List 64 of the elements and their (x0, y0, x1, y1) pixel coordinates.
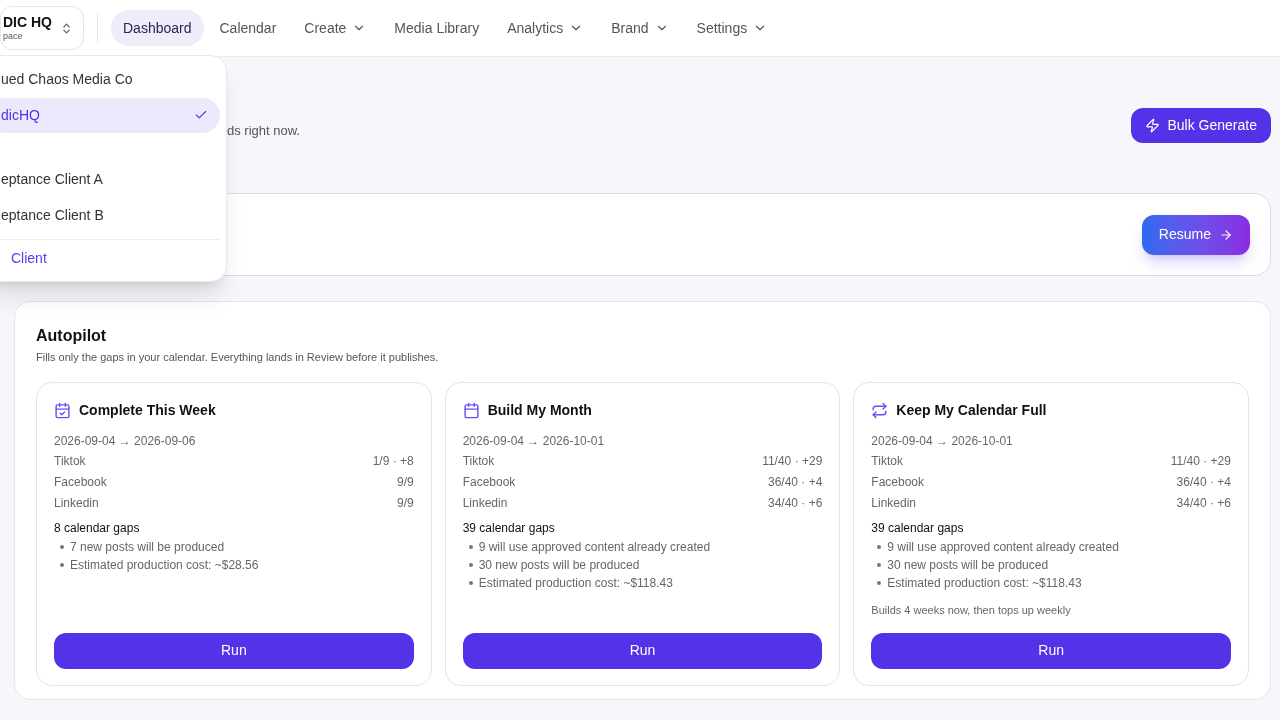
repeat-icon (871, 401, 889, 419)
workspace-subtitle: pace (3, 32, 24, 41)
section-title: Autopilot (36, 326, 108, 346)
gap-count: 39 calendar gaps (871, 519, 964, 537)
bullet-text: 30 new posts will be produced (887, 556, 1049, 574)
platform-name: Linkedin (462, 494, 508, 512)
calendar-check-icon (54, 401, 71, 419)
plan-title: Build My Month (487, 400, 592, 420)
platform-count: 11/40 · +29 (1170, 452, 1231, 470)
workspace-name: DIC HQ (3, 15, 52, 29)
bullet-text: 7 new posts will be produced (70, 538, 225, 556)
platform-name: Facebook (871, 473, 925, 491)
bullet-text: 9 will use approved content already created (478, 538, 711, 556)
platform-name: Facebook (54, 473, 107, 491)
platform-name: Linkedin (54, 494, 99, 512)
platform-count: 34/40 · +6 (767, 494, 823, 512)
workspace-option[interactable]: eptance Client A (0, 162, 220, 198)
workspace-option[interactable]: dicHQ (0, 97, 220, 134)
platform-count: 1/9 · +8 (372, 452, 414, 470)
calendar-icon (462, 401, 480, 419)
nav-tab[interactable]: Calendar (207, 10, 289, 46)
platform-name: Tiktok (54, 452, 86, 470)
platform-count: 34/40 · +6 (1176, 494, 1231, 512)
platform-name: Linkedin (871, 494, 917, 512)
page-subtitle: ds right now. (227, 121, 300, 140)
run-button[interactable]: Run (54, 632, 414, 669)
workspace-option[interactable]: ued Chaos Media Co (0, 62, 220, 98)
nav-tab[interactable]: Create (292, 10, 379, 46)
gap-count: 39 calendar gaps (462, 519, 555, 537)
platform-name: Facebook (462, 473, 516, 491)
date-range: 2026-09-04 → 2026-10-01 (462, 432, 605, 450)
bullet-text: 30 new posts will be produced (478, 556, 640, 574)
schedule-note: Builds 4 weeks now, then tops up weekly (871, 602, 1071, 618)
nav-tab[interactable]: Brand (599, 10, 681, 46)
nav-tab[interactable]: Analytics (495, 10, 596, 46)
workspace-switcher[interactable]: DIC HQ pace (0, 6, 84, 50)
date-range: 2026-09-04 → 2026-10-01 (871, 432, 1013, 450)
bullet-text: Estimated production cost: ~$118.43 (478, 574, 673, 592)
add-client-link[interactable]: Client (0, 240, 47, 276)
section-description: Fills only the gaps in your calendar. Everything lands in Review before it publishes. (36, 350, 440, 365)
nav-tab[interactable]: Dashboard (111, 10, 204, 46)
resume-button[interactable]: Resume (1141, 214, 1250, 255)
nav-tab[interactable]: Media Library (382, 10, 492, 46)
nav-tab[interactable]: Settings (684, 10, 780, 46)
bullet-text: 9 will use approved content already created (887, 538, 1119, 556)
plan-title: Keep My Calendar Full (896, 400, 1047, 420)
plan-title: Complete This Week (79, 400, 216, 420)
platform-name: Tiktok (462, 452, 495, 470)
platform-count: 36/40 · +4 (767, 473, 823, 491)
platform-count: 9/9 (396, 473, 414, 491)
bulk-generate-button[interactable]: Bulk Generate (1130, 108, 1271, 143)
bullet-text: Estimated production cost: ~$118.43 (887, 574, 1082, 592)
date-range: 2026-09-04 → 2026-09-06 (54, 432, 196, 450)
platform-count: 9/9 (396, 494, 414, 512)
bullet-text: Estimated production cost: ~$28.56 (70, 556, 259, 574)
platform-name: Tiktok (871, 452, 903, 470)
platform-count: 11/40 · +29 (762, 452, 823, 470)
gap-count: 8 calendar gaps (54, 519, 140, 537)
lightning-icon (1144, 118, 1160, 133)
run-button[interactable]: Run (871, 632, 1231, 669)
run-button[interactable]: Run (462, 632, 823, 669)
chevrons-icon (60, 21, 73, 35)
workspace-option[interactable]: eptance Client B (0, 197, 220, 234)
platform-count: 36/40 · +4 (1176, 473, 1231, 491)
